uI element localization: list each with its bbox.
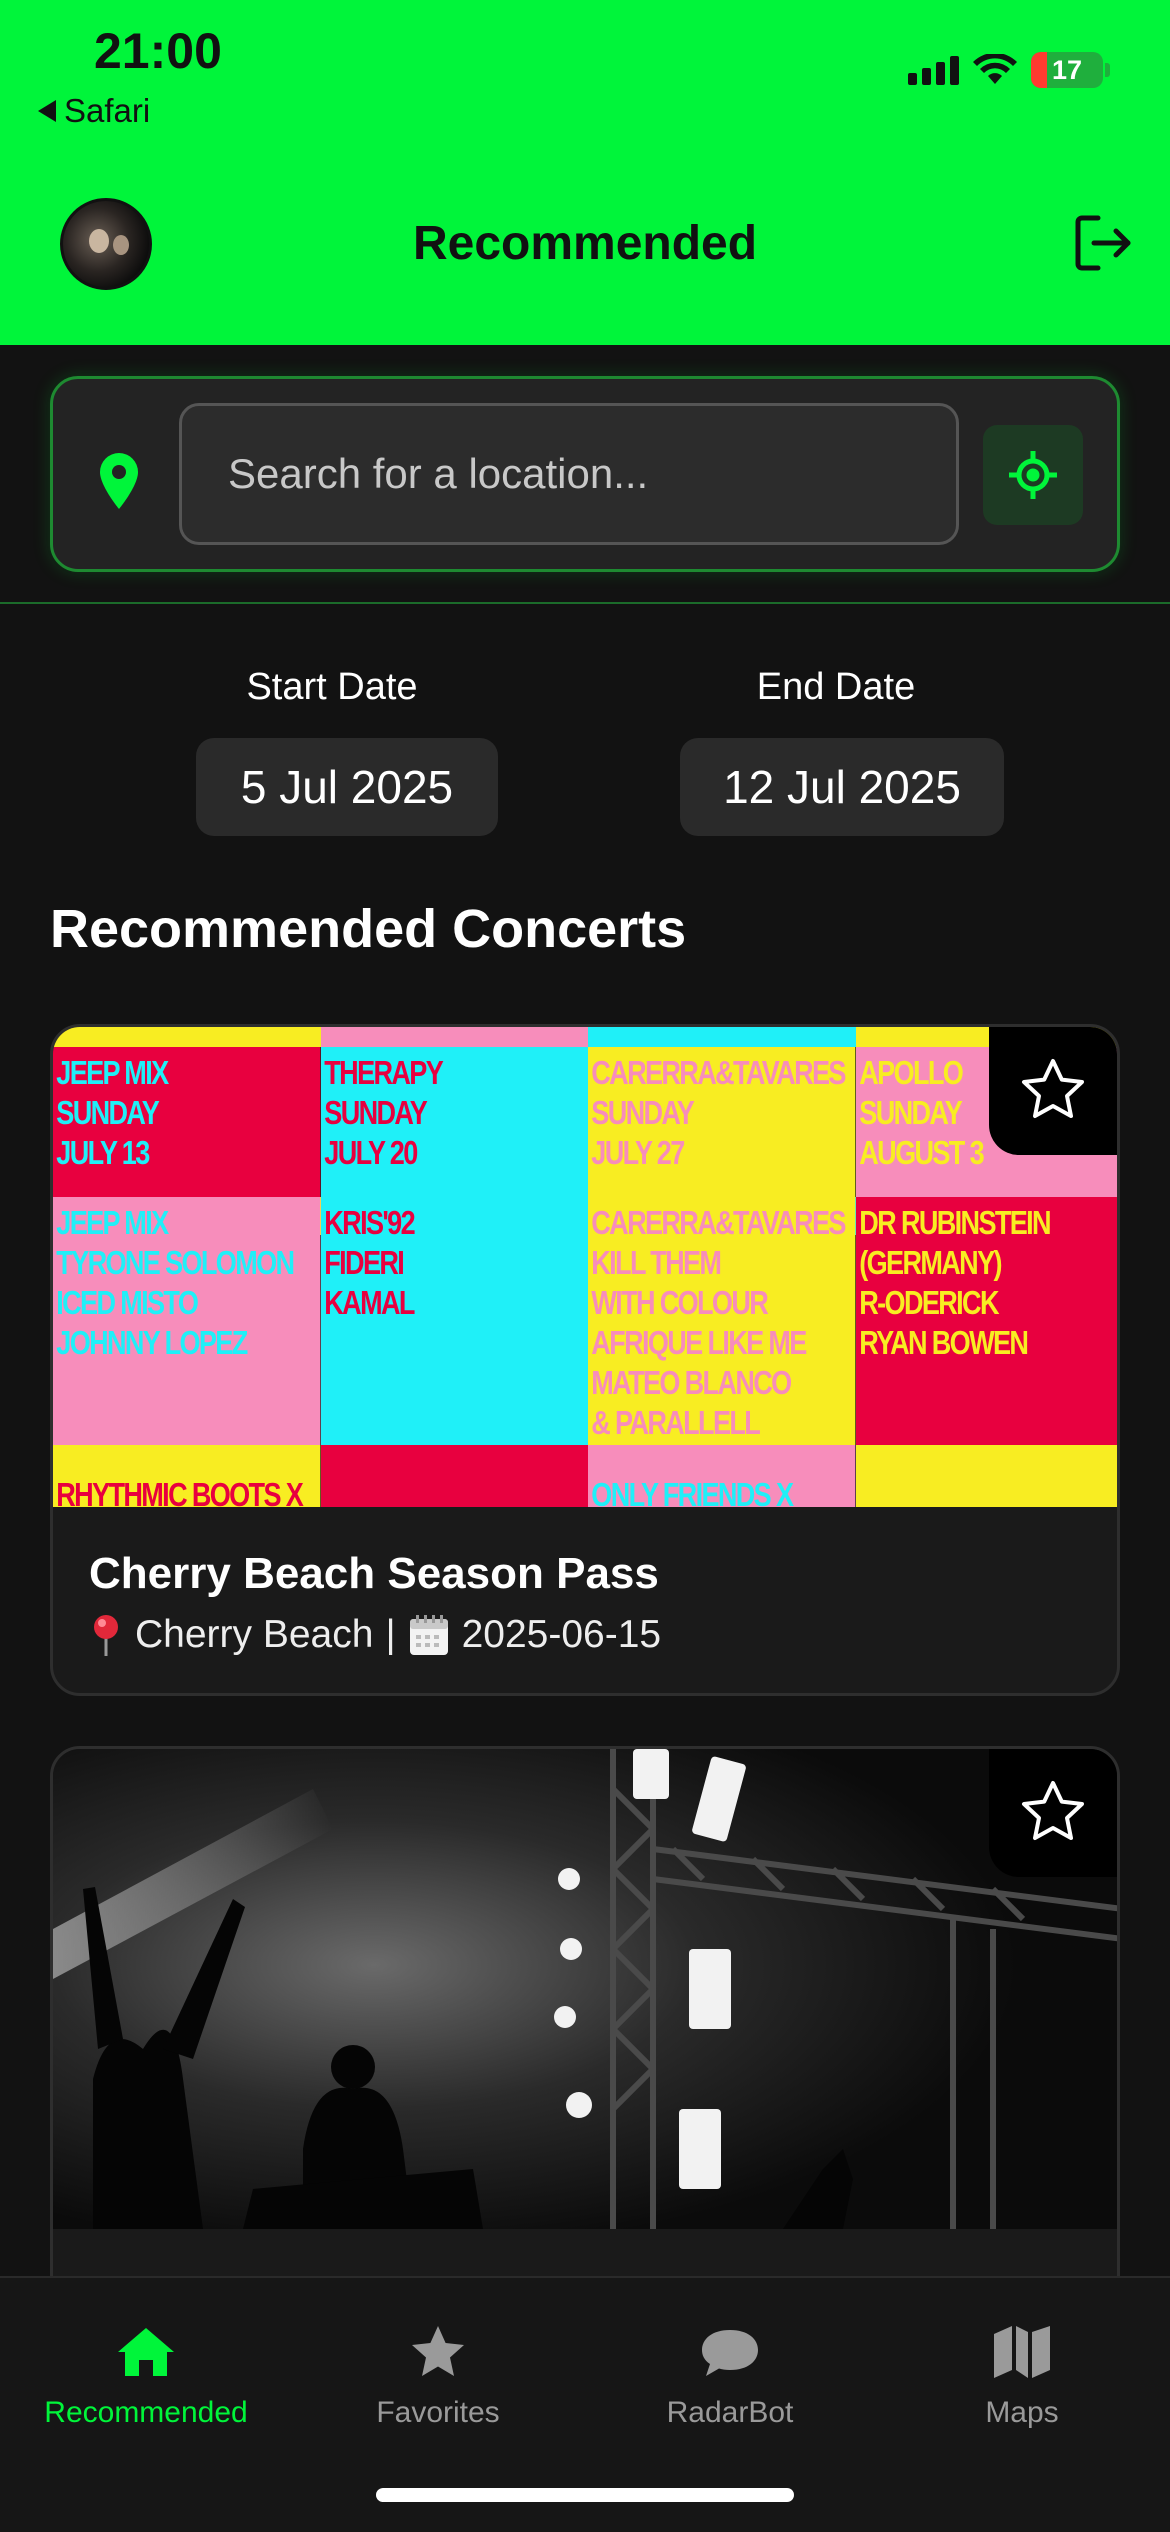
concert-title: Cherry Beach Season Pass xyxy=(89,1549,659,1598)
back-to-safari-link[interactable]: Safari xyxy=(38,92,150,130)
map-icon xyxy=(994,2326,1050,2378)
poster-text: RHYTHMIC BOOTS X xyxy=(53,1445,321,1507)
home-indicator xyxy=(376,2488,794,2502)
poster-text: JEEP MIX TYRONE SOLOMON ICED MISTO JOHNN… xyxy=(53,1197,321,1445)
concert-location: Cherry Beach xyxy=(135,1613,374,1656)
start-date-label: Start Date xyxy=(246,666,418,708)
tab-favorites[interactable]: Favorites xyxy=(292,2324,584,2430)
star-icon xyxy=(412,2326,464,2376)
status-time: 21:00 xyxy=(94,23,222,79)
chat-bubble-icon xyxy=(702,2330,758,2376)
locate-me-button[interactable] xyxy=(983,425,1083,525)
calendar-icon xyxy=(409,1615,448,1655)
header-divider xyxy=(0,602,1170,604)
favorite-button[interactable] xyxy=(989,1027,1117,1155)
crosshair-icon xyxy=(1009,451,1057,499)
concert-card[interactable]: JEEP MIX SUNDAY JULY 13 THERAPY SUNDAY J… xyxy=(50,1024,1120,1696)
tab-maps[interactable]: Maps xyxy=(876,2324,1168,2430)
page-title: Recommended xyxy=(412,217,758,270)
meta-separator: | xyxy=(385,1613,396,1656)
poster-text: CARERRA&TAVARES SUNDAY JULY 27 xyxy=(588,1047,856,1197)
star-outline-icon xyxy=(1022,1781,1084,1840)
logout-icon[interactable] xyxy=(1070,210,1136,276)
poster-text: DR RUBINSTEIN (GERMANY) R-ODERICK RYAN B… xyxy=(855,1197,1117,1445)
home-icon xyxy=(118,2328,174,2376)
tab-label: Favorites xyxy=(376,2396,500,2429)
location-search-input[interactable] xyxy=(179,403,959,545)
concert-date: 2025-06-15 xyxy=(461,1613,662,1656)
location-search-card xyxy=(50,376,1120,572)
poster-text: KRIS'92 FIDERI KAMAL xyxy=(320,1197,589,1445)
cellular-signal-icon xyxy=(908,55,959,85)
battery-icon: 17 xyxy=(1031,52,1103,88)
back-app-label: Safari xyxy=(64,92,151,129)
tab-label: RadarBot xyxy=(666,2396,794,2429)
favorite-button[interactable] xyxy=(989,1749,1117,1877)
concert-photo-image xyxy=(53,1749,1117,2229)
tab-label: Maps xyxy=(985,2396,1059,2429)
poster-text: THERAPY SUNDAY JULY 20 xyxy=(320,1047,589,1197)
tab-label: Recommended xyxy=(44,2396,248,2429)
tab-recommended[interactable]: Recommended xyxy=(0,2324,292,2430)
back-arrow-icon xyxy=(38,100,56,122)
status-icons: 17 xyxy=(908,52,1110,88)
location-pin-icon xyxy=(100,453,138,509)
poster-text: CARERRA&TAVARES KILL THEM WITH COLOUR AF… xyxy=(588,1197,856,1445)
app-header: 21:00 Safari 17 Recommended xyxy=(0,0,1170,345)
start-date-picker[interactable]: 5 Jul 2025 xyxy=(196,738,498,836)
section-title: Recommended Concerts xyxy=(50,899,687,959)
poster-text: ONLY FRIENDS X xyxy=(588,1445,856,1507)
concert-poster-image: JEEP MIX SUNDAY JULY 13 THERAPY SUNDAY J… xyxy=(53,1027,1117,1507)
concert-card[interactable] xyxy=(50,1746,1120,2346)
concert-meta: Cherry Beach | 2025-06-15 xyxy=(89,1613,661,1657)
poster-text: JEEP MIX SUNDAY JULY 13 xyxy=(53,1047,321,1197)
battery-level: 17 xyxy=(1051,54,1083,85)
end-date-picker[interactable]: 12 Jul 2025 xyxy=(680,738,1004,836)
end-date-label: End Date xyxy=(756,666,916,708)
round-pushpin-icon xyxy=(94,1615,118,1656)
tab-radarbot[interactable]: RadarBot xyxy=(584,2324,876,2430)
wifi-icon xyxy=(973,54,1017,84)
star-outline-icon xyxy=(1022,1059,1084,1118)
